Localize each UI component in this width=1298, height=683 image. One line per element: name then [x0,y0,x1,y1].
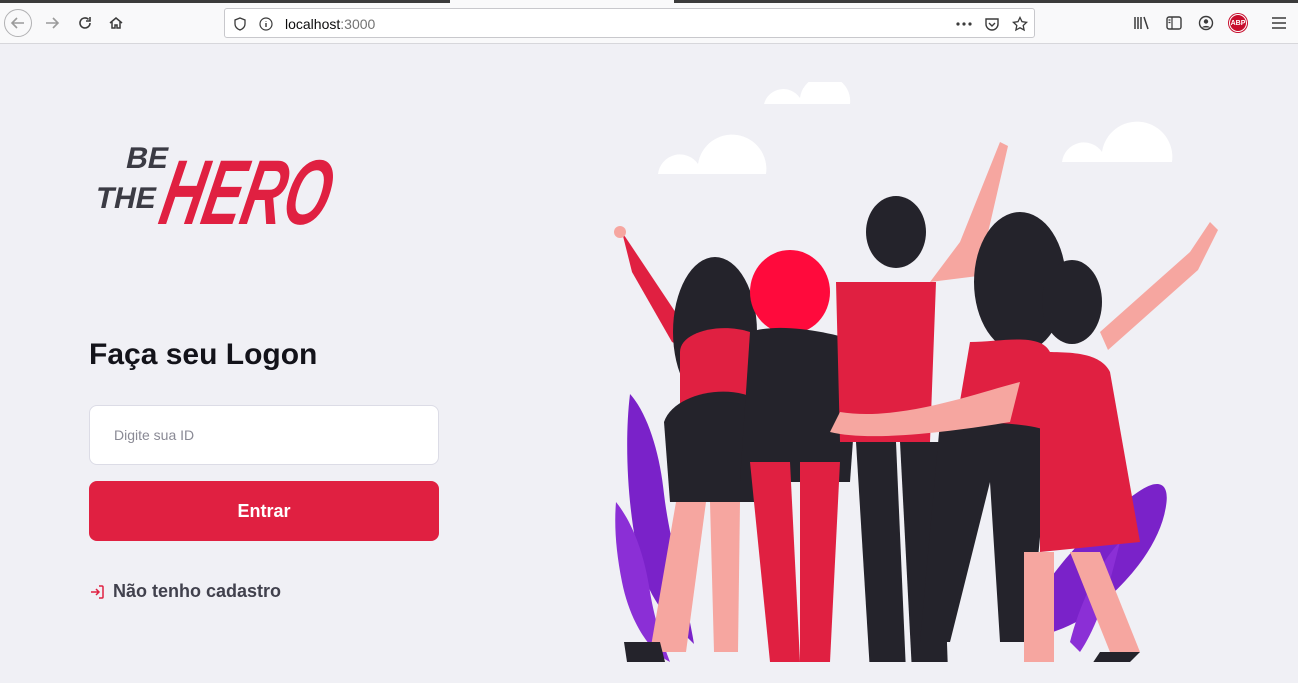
forward-button[interactable] [38,9,66,37]
register-link-label: Não tenho cadastro [113,581,282,601]
arrow-right-icon [46,17,60,29]
url-text[interactable]: localhost:3000 [285,16,375,32]
pocket-icon[interactable] [981,13,1003,35]
login-button[interactable]: Entrar [89,481,439,541]
page-title: Faça seu Logon [89,338,318,371]
cloud-icon [658,82,1173,174]
bookmark-star-icon[interactable] [1009,13,1031,35]
logon-page: BE THE HERO Faça seu Logon Entrar Não te… [0,44,1298,683]
adblock-plus-icon[interactable]: ABP [1229,14,1247,32]
tab-strip [0,0,1298,3]
logo-hero: HERO [153,141,340,234]
logo-be: BE [123,142,172,175]
library-icon[interactable] [1130,11,1154,35]
menu-icon[interactable] [1267,11,1291,35]
sidebar-icon[interactable] [1162,11,1186,35]
address-bar[interactable]: localhost:3000 [224,8,1035,38]
browser-toolbar: localhost:3000 ABP [0,0,1298,44]
account-icon[interactable] [1194,11,1218,35]
be-the-hero-logo: BE THE HERO [93,141,340,234]
home-icon [109,17,123,29]
site-info-icon[interactable] [255,13,277,35]
page-actions-icon[interactable] [953,13,975,35]
logo-the: THE [93,182,160,215]
arrow-left-icon [10,17,24,29]
heroes-illustration [614,82,1218,662]
id-input[interactable] [89,405,439,465]
tab-active[interactable] [450,0,674,3]
tracking-shield-icon[interactable] [229,13,251,35]
back-button[interactable] [4,9,32,37]
log-in-icon [89,584,105,600]
reload-icon [79,17,91,29]
reload-button[interactable] [71,9,99,37]
register-link[interactable]: Não tenho cadastro [89,581,281,602]
home-button[interactable] [102,9,130,37]
